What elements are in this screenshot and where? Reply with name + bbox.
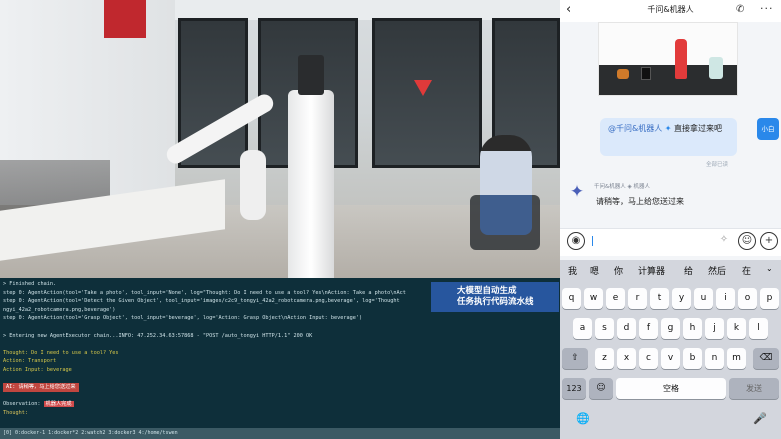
bot-name-line: 千问&机器人 ◈ 机器人 [594, 182, 650, 190]
key-p[interactable]: p [760, 288, 779, 309]
user-avatar[interactable]: 小白 [757, 118, 779, 140]
globe-icon[interactable]: 🌐 [576, 412, 590, 425]
space-key[interactable]: 空格 [616, 378, 726, 399]
key-i[interactable]: i [716, 288, 735, 309]
key-t[interactable]: t [650, 288, 669, 309]
chat-title: 千问&机器人 [647, 5, 694, 14]
add-icon[interactable]: + [760, 232, 778, 250]
ai-sparkle-icon: ✦ [664, 124, 672, 133]
key-s[interactable]: s [595, 318, 614, 339]
terminal-ai-reply: AI: 请稍等，马上给您送过来 [3, 383, 79, 392]
key-l[interactable]: l [749, 318, 768, 339]
red-bottle-item [675, 39, 687, 79]
shift-key-icon[interactable]: ⇧ [562, 348, 588, 369]
candidate-word[interactable]: 我 [568, 264, 577, 277]
key-k[interactable]: k [727, 318, 746, 339]
snack-item [617, 69, 629, 79]
key-h[interactable]: h [683, 318, 702, 339]
text-cursor [592, 236, 593, 246]
caption-overlay: 大模型自动生成 任务执行代码流水线 [431, 282, 559, 312]
user-message-text: 直接拿过来吧 [674, 124, 723, 133]
key-u[interactable]: u [694, 288, 713, 309]
bot-name: 千问&机器人 [594, 184, 626, 190]
terminal-thought-tail: Thought: [3, 409, 28, 416]
terminal-blank [3, 323, 557, 332]
soft-keyboard: q w e r t y u i o p a s d f g h j k l ⇧ … [560, 282, 781, 439]
robot-column [288, 90, 334, 278]
key-f[interactable]: f [639, 318, 658, 339]
voice-toggle-icon[interactable]: ◉ [567, 232, 585, 250]
expand-candidates-icon[interactable]: ⌄ [766, 264, 773, 273]
candidate-word[interactable]: 在 [742, 264, 751, 277]
terminal-blank [3, 375, 557, 384]
candidate-word[interactable]: 给 [684, 264, 693, 277]
terminal-blank [3, 392, 557, 401]
robot-badge-icon: ◈ [627, 184, 632, 190]
cup-item [641, 67, 651, 80]
mention-text[interactable]: @千问&机器人 [608, 124, 662, 133]
key-y[interactable]: y [672, 288, 691, 309]
candidate-word[interactable]: 然后 [708, 264, 726, 277]
key-q[interactable]: q [562, 288, 581, 309]
key-m[interactable]: m [727, 348, 746, 369]
key-d[interactable]: d [617, 318, 636, 339]
red-banner [104, 0, 146, 38]
tmux-status-bar: [0] 0:docker-1 1:docker*2 2:watch2 3:doc… [0, 428, 560, 439]
key-o[interactable]: o [738, 288, 757, 309]
backspace-key-icon[interactable]: ⌫ [753, 348, 779, 369]
key-b[interactable]: b [683, 348, 702, 369]
robot-arm-lower [240, 150, 266, 220]
terminal-line: > Entering new AgentExecutor chain...INF… [3, 332, 313, 339]
key-w[interactable]: w [584, 288, 603, 309]
key-n[interactable]: n [705, 348, 724, 369]
emoji-icon[interactable]: ☺ [738, 232, 756, 250]
key-g[interactable]: g [661, 318, 680, 339]
robot-camera-head [298, 55, 324, 95]
phone-call-icon[interactable]: ✆ [736, 4, 744, 15]
read-status: 全部已读 [706, 162, 729, 168]
caption-line-1: 大模型自动生成 [457, 286, 517, 296]
key-c[interactable]: c [639, 348, 658, 369]
phone-chat-screen: ‹ 千问&机器人 ✆ ··· @千问&机器人 ✦ 直接拿过来吧 小白 全部已读 … [560, 0, 781, 439]
sparkle-icon[interactable]: ✧ [715, 232, 733, 250]
bot-badge: 机器人 [633, 184, 651, 190]
more-options-icon[interactable]: ··· [760, 2, 774, 15]
candidate-word[interactable]: 你 [614, 264, 623, 277]
numbers-key[interactable]: 123 [562, 378, 586, 399]
clear-bottle-item [709, 57, 723, 79]
candidate-bar: 我 嗯 你 计算器 给 然后 在 ⌄ [560, 260, 781, 282]
user-message-bubble[interactable]: @千问&机器人 ✦ 直接拿过来吧 [600, 118, 737, 156]
key-j[interactable]: j [705, 318, 724, 339]
bot-message-bubble[interactable]: 请稍等，马上给您送过来 [590, 192, 710, 214]
send-key[interactable]: 发送 [729, 378, 779, 399]
terminal-thought-line: Thought: Do I need to use a tool? Yes [3, 349, 119, 356]
emoji-key-icon[interactable]: ☺ [589, 378, 613, 399]
lab-video-frame [0, 0, 560, 278]
key-x[interactable]: x [617, 348, 636, 369]
terminal-action-input-line: Action Input: beverage [3, 366, 72, 373]
candidate-word[interactable]: 嗯 [590, 264, 599, 277]
key-v[interactable]: v [661, 348, 680, 369]
key-e[interactable]: e [606, 288, 625, 309]
shared-camera-image[interactable] [598, 22, 738, 96]
terminal-blank [3, 340, 557, 349]
key-z[interactable]: z [595, 348, 614, 369]
terminal-observation-label: Observation: [3, 401, 41, 408]
bot-logo-icon[interactable]: ✦ [565, 180, 589, 204]
caption-line-2: 任务执行代码流水线 [457, 297, 534, 307]
microphone-icon[interactable]: 🎤 [753, 412, 767, 425]
key-r[interactable]: r [628, 288, 647, 309]
red-triangle-marker [414, 80, 432, 96]
key-a[interactable]: a [573, 318, 592, 339]
terminal-action-line: Action: Transport [3, 358, 57, 365]
seated-person [480, 135, 532, 235]
terminal-observation-tag: 机器人完成 [43, 401, 74, 408]
candidate-word[interactable]: 计算器 [638, 264, 665, 277]
terminal-line: step 0: AgentAction(tool='Grasp Object',… [3, 315, 363, 322]
